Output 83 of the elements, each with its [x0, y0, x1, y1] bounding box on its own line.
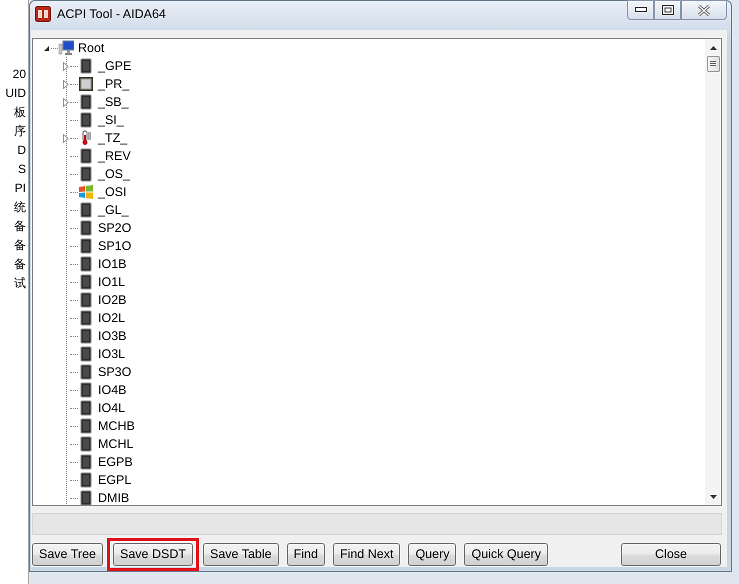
button[interactable]: Save DSDT [112, 542, 193, 566]
collapsed-arrow-icon[interactable] [63, 62, 69, 70]
background-label: 备 [14, 237, 27, 253]
background-label: D [17, 142, 27, 158]
chip-icon [78, 220, 94, 236]
tree-item[interactable]: _PR_ [97, 76, 130, 92]
button[interactable]: Find [286, 542, 325, 566]
collapsed-arrow-icon[interactable] [63, 134, 69, 142]
chip-icon [78, 166, 94, 182]
tree-item[interactable]: IO3B [97, 328, 128, 344]
close-icon [697, 4, 711, 16]
chip-icon [78, 400, 94, 416]
collapsed-arrow-icon[interactable] [63, 98, 69, 106]
tree-item[interactable]: IO1L [97, 274, 126, 290]
app-icon [35, 6, 51, 22]
tree-item[interactable]: SP1O [97, 238, 132, 254]
background-label: 试 [14, 275, 27, 291]
tree-item[interactable]: _GL_ [97, 202, 130, 218]
maximize-icon [662, 5, 674, 15]
tree-item[interactable]: EGPL [97, 472, 132, 488]
button[interactable]: Find Next [332, 542, 400, 566]
button[interactable]: Query [408, 542, 456, 566]
minimize-icon [634, 7, 646, 13]
tree-item[interactable]: _OS_ [97, 166, 131, 182]
background-label: 统 [14, 199, 27, 215]
background-label: 序 [14, 123, 27, 139]
tree-item[interactable]: _SI_ [97, 112, 125, 128]
chip-icon [78, 256, 94, 272]
tree-item[interactable]: _SB_ [97, 94, 130, 110]
tree-item[interactable]: IO2L [97, 310, 126, 326]
tree-item[interactable]: MCHL [97, 436, 134, 452]
background-label: 板 [14, 104, 27, 120]
tree-item[interactable]: SP2O [97, 220, 132, 236]
button[interactable]: Close [621, 542, 721, 566]
tree-item[interactable]: IO3L [97, 346, 126, 362]
chip-icon [78, 472, 94, 488]
tree-item[interactable]: _OSI [97, 184, 128, 200]
chip-icon [78, 58, 94, 74]
window-title: ACPI Tool - AIDA64 [57, 6, 166, 22]
chip-icon [78, 418, 94, 434]
chip-icon [78, 202, 94, 218]
background-label: S [18, 161, 27, 177]
tree-item[interactable]: _TZ_ [97, 130, 128, 146]
chip-icon [78, 328, 94, 344]
chip-icon [78, 364, 94, 380]
expanded-arrow-icon[interactable] [43, 44, 50, 52]
tree-item[interactable]: IO4B [97, 382, 128, 398]
tree-item[interactable]: MCHB [97, 418, 136, 434]
chip-icon [78, 94, 94, 110]
chip-icon [78, 292, 94, 308]
button[interactable]: Quick Query [464, 542, 548, 566]
button[interactable]: Save Tree [32, 542, 103, 566]
background-label: 备 [14, 218, 27, 234]
scroll-thumb[interactable] [706, 56, 720, 72]
chip-icon [78, 382, 94, 398]
tree-item[interactable]: _GPE [97, 58, 132, 74]
tree-item[interactable]: EGPB [97, 454, 134, 470]
tree-item[interactable]: IO2B [97, 292, 128, 308]
chip-icon [78, 112, 94, 128]
chip-icon [78, 238, 94, 254]
tree-item[interactable]: IO4L [97, 400, 126, 416]
chip-icon [78, 436, 94, 452]
background-label: PI [14, 180, 27, 196]
scrollbar[interactable] [705, 39, 721, 505]
chip-icon [78, 310, 94, 326]
chip-icon [78, 454, 94, 470]
tree-item[interactable]: SP3O [97, 364, 132, 380]
tree-item[interactable]: IO1B [97, 256, 128, 272]
button[interactable]: Save Table [202, 542, 279, 566]
minimize-button[interactable] [627, 0, 654, 20]
background-label: 20 [12, 66, 27, 82]
windows-flag-icon [78, 184, 94, 200]
collapsed-arrow-icon[interactable] [63, 80, 69, 88]
maximize-button[interactable] [654, 0, 681, 20]
tree-item[interactable]: _REV [97, 148, 132, 164]
tree-item[interactable]: Root [77, 40, 106, 56]
close-button[interactable] [681, 0, 727, 20]
chip-icon [78, 274, 94, 290]
chip-icon [78, 346, 94, 362]
background-label: UID [5, 85, 27, 101]
background-label: 备 [14, 256, 27, 272]
chip-icon [78, 148, 94, 164]
tree-item[interactable]: DMIB [97, 490, 130, 505]
